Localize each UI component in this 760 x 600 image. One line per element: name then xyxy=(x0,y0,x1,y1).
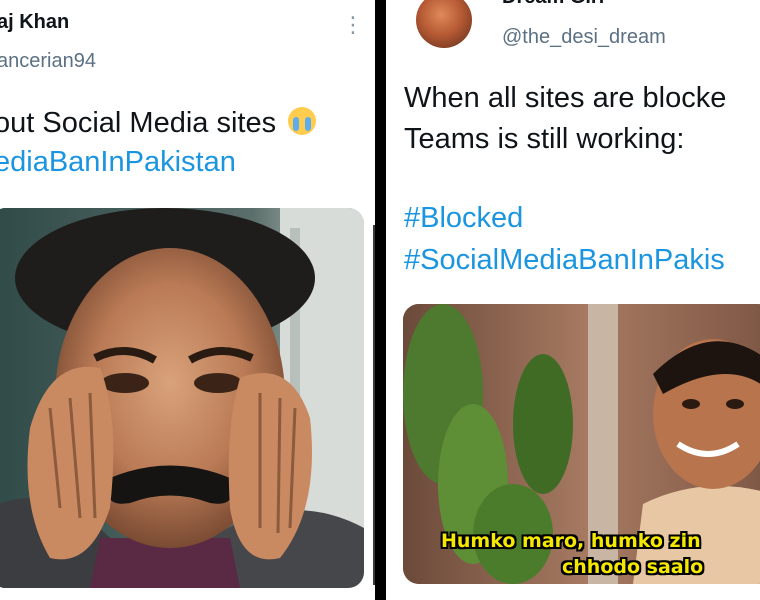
tweet-media-image[interactable] xyxy=(0,208,364,588)
left-tweet-card: aj Khan ancerian94 ⋮ out Social Media si… xyxy=(0,0,375,600)
meme-caption-line: Humko maro, humko zin xyxy=(441,530,701,552)
hashtag-link[interactable]: #Blocked xyxy=(404,202,523,235)
more-vertical-icon[interactable]: ⋮ xyxy=(342,14,364,36)
hashtag-link[interactable]: #SocialMediaBanInPakis xyxy=(404,244,725,277)
tweet-author-handle[interactable]: @the_desi_dream xyxy=(502,26,666,49)
avatar[interactable] xyxy=(416,0,472,48)
scrollbar[interactable] xyxy=(373,225,375,585)
man-face-in-hands-photo xyxy=(0,208,364,588)
right-tweet-card: Dream Girl @the_desi_dream When all site… xyxy=(386,0,760,600)
hashtag-link[interactable]: ediaBanInPakistan xyxy=(0,146,236,179)
meme-caption-line: chhodo saalo xyxy=(562,556,704,578)
tweet-author-name[interactable]: Dream Girl xyxy=(502,0,604,9)
tweet-text: Teams is still working: xyxy=(404,123,685,155)
tweet-author-name[interactable]: aj Khan xyxy=(0,11,69,34)
tweet-text-line: out Social Media sites xyxy=(0,107,317,140)
tweet-media-image[interactable]: Humko maro, humko zin chhodo saalo xyxy=(403,304,760,584)
loudly-crying-face-icon xyxy=(288,107,317,135)
tweet-text: out Social Media sites xyxy=(0,107,277,139)
tweet-author-handle[interactable]: ancerian94 xyxy=(0,50,96,73)
tweet-text: When all sites are blocke xyxy=(404,82,727,114)
